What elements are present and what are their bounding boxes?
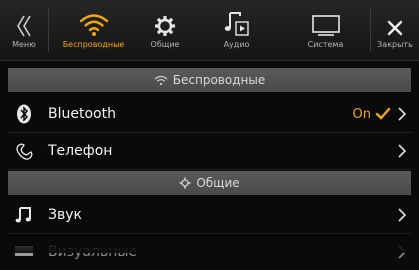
phone-row[interactable]: Телефон — [8, 133, 411, 170]
close-label: Закрыть — [377, 40, 413, 49]
tab-audio-label: Аудио — [223, 40, 250, 49]
menu-button[interactable]: Меню — [0, 0, 48, 60]
bluetooth-icon — [8, 104, 40, 124]
close-button[interactable]: Закрыть — [371, 0, 419, 60]
bluetooth-row[interactable]: Bluetooth On — [8, 96, 411, 133]
phone-label: Телефон — [48, 143, 113, 159]
menu-label: Меню — [12, 40, 36, 49]
tab-wireless[interactable]: Беспроводные — [49, 0, 138, 60]
music-note-icon — [8, 206, 40, 224]
section-header-general: Общие — [8, 171, 411, 195]
wifi-icon — [154, 75, 168, 86]
tab-general[interactable]: Общие — [138, 0, 192, 60]
section-header-wireless: Беспроводные — [8, 68, 411, 92]
checkmark-icon — [375, 107, 391, 121]
tab-audio[interactable]: Аудио — [192, 0, 281, 60]
chevron-right-icon — [393, 107, 411, 121]
chevron-right-icon — [393, 144, 411, 158]
tab-system-label: Система — [307, 40, 344, 49]
section-title: Беспроводные — [172, 73, 266, 87]
close-icon — [386, 0, 404, 38]
sound-label: Звук — [48, 207, 82, 223]
tab-wireless-label: Беспроводные — [62, 40, 125, 49]
phone-icon — [8, 141, 40, 161]
gear-icon — [179, 177, 191, 189]
wifi-icon — [79, 0, 109, 38]
music-note-icon — [223, 0, 251, 38]
top-navigation-bar: Меню Беспроводные Общие Аудио Система За… — [0, 0, 419, 61]
bluetooth-status: On — [352, 106, 371, 122]
tab-general-label: Общие — [150, 40, 180, 49]
scroll-fade — [0, 228, 419, 253]
section-title: Общие — [196, 176, 240, 190]
double-chevron-left-icon — [15, 0, 33, 38]
bluetooth-label: Bluetooth — [48, 106, 116, 122]
tab-system[interactable]: Система — [281, 0, 370, 60]
monitor-icon — [311, 0, 341, 38]
chevron-right-icon — [393, 208, 411, 222]
gear-icon — [153, 0, 177, 38]
